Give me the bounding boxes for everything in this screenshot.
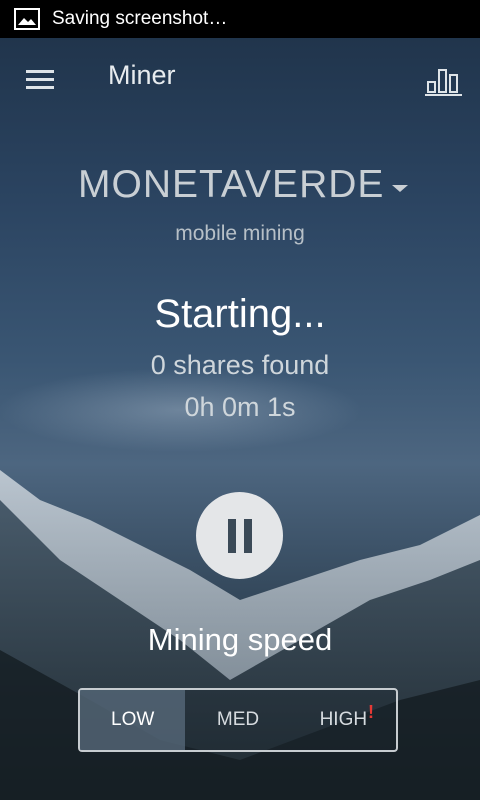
warning-badge: ! xyxy=(367,702,374,722)
speed-option-label: MED xyxy=(216,709,260,730)
hamburger-menu-icon[interactable] xyxy=(24,66,58,94)
coin-subtitle: mobile mining xyxy=(175,222,305,245)
pause-button[interactable] xyxy=(196,492,283,579)
status-bar-text: Saving screenshot… xyxy=(52,8,228,29)
speed-option-med[interactable]: MED xyxy=(185,690,290,750)
app-bar: Miner xyxy=(0,38,480,122)
status-bar: Saving screenshot… xyxy=(0,0,480,38)
mining-speed-selector: LOW MED HIGH ! xyxy=(78,688,398,752)
speed-option-high[interactable]: HIGH ! xyxy=(291,690,396,750)
mining-speed-label: Mining speed xyxy=(147,622,333,657)
shares-found: 0 shares found xyxy=(150,350,330,380)
bar-chart-icon[interactable] xyxy=(424,62,464,98)
speed-option-label: LOW xyxy=(111,709,155,730)
app-title: Miner xyxy=(108,60,176,90)
dropdown-caret-icon xyxy=(392,184,409,192)
elapsed-time: 0h 0m 1s xyxy=(184,392,296,422)
coin-name: MONETAVERDE xyxy=(78,163,385,206)
speed-option-label: HIGH xyxy=(319,709,368,730)
image-icon xyxy=(14,8,40,30)
coin-selector-dropdown[interactable]: MONETAVERDE xyxy=(78,160,409,210)
speed-option-low[interactable]: LOW xyxy=(80,690,186,750)
pause-icon xyxy=(224,518,256,553)
mining-status: Starting... xyxy=(154,292,326,336)
